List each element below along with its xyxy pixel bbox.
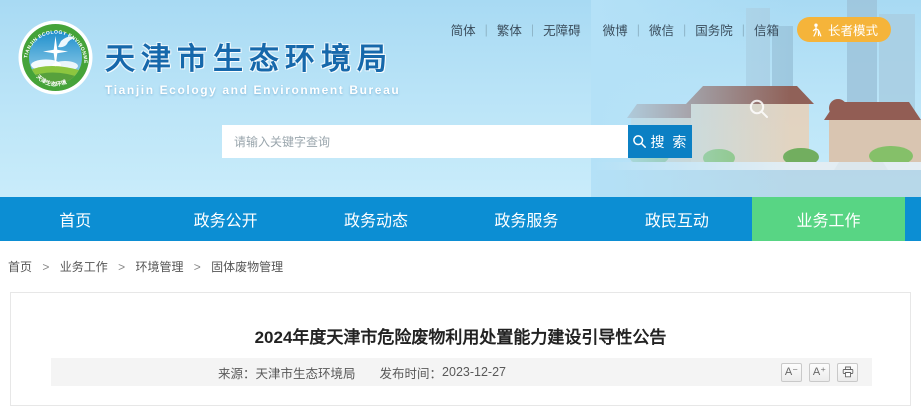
source-value: 天津市生态环境局 xyxy=(256,363,356,382)
search-input[interactable] xyxy=(222,125,628,158)
font-increase-button[interactable]: A⁺ xyxy=(809,363,830,382)
publish-date-value: 2023-12-27 xyxy=(442,365,506,379)
brand: TIANJIN ECOLOGY ENVIRONMENT 天津生态环境 天津市生态… xyxy=(18,20,400,97)
photo-magnifier-icon xyxy=(748,98,770,120)
nav-item-gov-services[interactable]: 政务服务 xyxy=(451,197,601,241)
link-weibo[interactable]: 微博 xyxy=(603,20,628,39)
language-links: 简体 | 繁体 | 无障碍 xyxy=(451,20,581,39)
font-decrease-button[interactable]: A⁻ xyxy=(781,363,802,382)
article-panel: 2024年度天津市危险废物利用处置能力建设引导性公告 来源： 天津市生态环境局 … xyxy=(10,292,911,406)
link-mailbox[interactable]: 信箱 xyxy=(754,20,779,39)
site-title: 天津市生态环境局 xyxy=(105,34,400,78)
link-separator: | xyxy=(742,23,745,37)
source-label: 来源： xyxy=(218,363,256,382)
breadcrumb-separator: > xyxy=(194,260,201,274)
link-simplified-chinese[interactable]: 简体 xyxy=(451,20,476,39)
nav-item-gov-info[interactable]: 政务公开 xyxy=(150,197,300,241)
nav-item-gov-news[interactable]: 政务动态 xyxy=(301,197,451,241)
link-separator: | xyxy=(485,23,488,37)
site-logo: TIANJIN ECOLOGY ENVIRONMENT 天津生态环境 xyxy=(18,20,93,95)
breadcrumb-item-business-work[interactable]: 业务工作 xyxy=(60,260,108,274)
article-title: 2024年度天津市危险废物利用处置能力建设引导性公告 xyxy=(11,323,910,348)
search-button[interactable]: 搜 索 xyxy=(628,125,692,158)
breadcrumb: 首页 > 业务工作 > 环境管理 > 固体废物管理 xyxy=(0,241,921,292)
link-separator: | xyxy=(683,23,686,37)
page-header: TIANJIN ECOLOGY ENVIRONMENT 天津生态环境 天津市生态… xyxy=(0,0,921,197)
breadcrumb-item-home[interactable]: 首页 xyxy=(8,260,32,274)
breadcrumb-item-solid-waste-management[interactable]: 固体废物管理 xyxy=(211,260,283,274)
media-links: 微博 | 微信 | 国务院 | 信箱 xyxy=(603,20,779,39)
elder-mode-label: 长者模式 xyxy=(828,20,878,39)
link-wechat[interactable]: 微信 xyxy=(649,20,674,39)
elder-mode-button[interactable]: 长者模式 xyxy=(797,17,891,42)
site-subtitle: Tianjin Ecology and Environment Bureau xyxy=(105,83,400,97)
nav-item-home[interactable]: 首页 xyxy=(0,197,150,241)
print-button[interactable] xyxy=(837,363,858,382)
search-icon xyxy=(632,134,647,149)
article-meta-bar: 来源： 天津市生态环境局 发布时间： 2023-12-27 A⁻ A⁺ xyxy=(51,358,872,386)
search-bar: 搜 索 xyxy=(222,125,692,158)
link-traditional-chinese[interactable]: 繁体 xyxy=(497,20,522,39)
main-nav: 首页 政务公开 政务动态 政务服务 政民互动 业务工作 xyxy=(0,197,921,241)
publish-date-label: 发布时间： xyxy=(380,363,443,382)
link-separator: | xyxy=(637,23,640,37)
breadcrumb-item-environment-management[interactable]: 环境管理 xyxy=(135,260,183,274)
nav-item-public-interaction[interactable]: 政民互动 xyxy=(602,197,752,241)
elder-person-icon xyxy=(810,23,823,37)
link-separator: | xyxy=(531,23,534,37)
nav-item-business-work[interactable]: 业务工作 xyxy=(752,197,905,241)
link-state-council[interactable]: 国务院 xyxy=(695,20,733,39)
breadcrumb-separator: > xyxy=(118,260,125,274)
link-accessibility[interactable]: 无障碍 xyxy=(543,20,581,39)
search-button-label: 搜 索 xyxy=(651,132,689,152)
top-utility-bar: 简体 | 繁体 | 无障碍 微博 | 微信 | 国务院 | 信箱 长者模式 xyxy=(451,17,891,42)
print-icon xyxy=(842,366,854,378)
article-tools: A⁻ A⁺ xyxy=(781,363,858,382)
breadcrumb-separator: > xyxy=(42,260,49,274)
